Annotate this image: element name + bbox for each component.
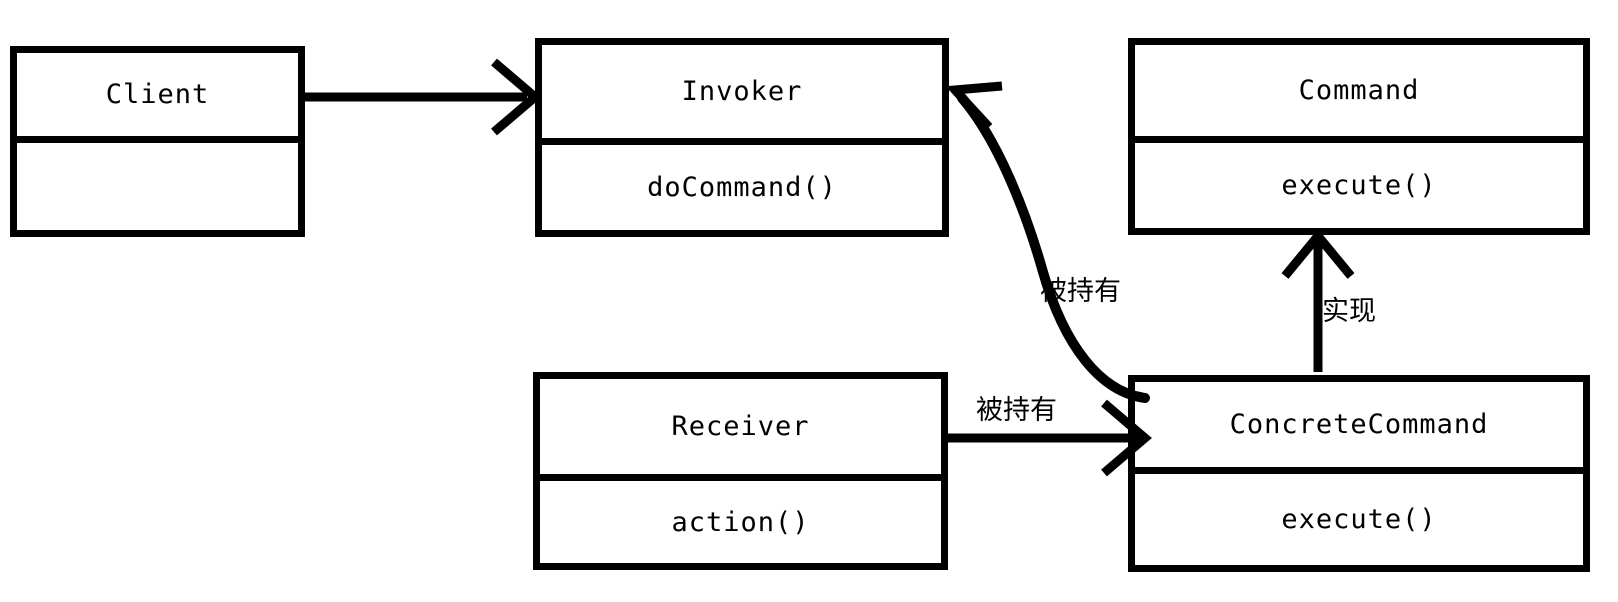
edge-label-held-by-receiver: 被持有 <box>976 395 1057 426</box>
class-name-compartment-concrete-command: ConcreteCommand <box>1135 382 1583 474</box>
class-members-compartment-command: execute() <box>1135 143 1583 228</box>
class-members-compartment-receiver: action() <box>540 481 941 563</box>
class-box-command[interactable]: Command execute() <box>1128 38 1590 235</box>
class-name-invoker: Invoker <box>681 76 803 107</box>
class-box-receiver[interactable]: Receiver action() <box>533 372 948 570</box>
class-name-concrete-command: ConcreteCommand <box>1229 409 1489 440</box>
open-arrowhead-icon <box>1281 228 1355 279</box>
open-arrowhead-icon <box>491 58 542 136</box>
class-name-compartment-receiver: Receiver <box>540 379 941 481</box>
connector-concrete-command-to-invoker <box>945 81 1150 403</box>
class-members-concrete-command: execute() <box>1281 504 1437 535</box>
class-members-invoker: doCommand() <box>647 172 837 203</box>
connector-curve-concrete-command-to-invoker <box>957 93 1150 403</box>
uml-class-diagram: Client Invoker doCommand() Command execu… <box>0 0 1618 602</box>
class-box-client[interactable]: Client <box>10 46 305 237</box>
class-members-receiver: action() <box>671 506 810 538</box>
edge-label-held-by-invoker: 被持有 <box>1040 276 1121 307</box>
class-name-compartment-invoker: Invoker <box>542 45 942 145</box>
connector-client-to-invoker <box>305 58 542 136</box>
class-box-invoker[interactable]: Invoker doCommand() <box>535 38 949 237</box>
class-box-concrete-command[interactable]: ConcreteCommand execute() <box>1128 375 1590 572</box>
class-name-client: Client <box>105 79 210 110</box>
class-members-compartment-concrete-command: execute() <box>1135 474 1583 565</box>
class-members-compartment-invoker: doCommand() <box>542 145 942 230</box>
edge-label-implements: 实现 <box>1322 296 1376 327</box>
class-name-compartment-client: Client <box>17 53 298 143</box>
class-name-command: Command <box>1298 75 1420 106</box>
class-members-command: execute() <box>1281 170 1437 201</box>
open-arrowhead-icon <box>945 81 1003 131</box>
class-name-compartment-command: Command <box>1135 45 1583 143</box>
class-members-compartment-client <box>17 143 298 230</box>
class-name-receiver: Receiver <box>671 411 810 442</box>
